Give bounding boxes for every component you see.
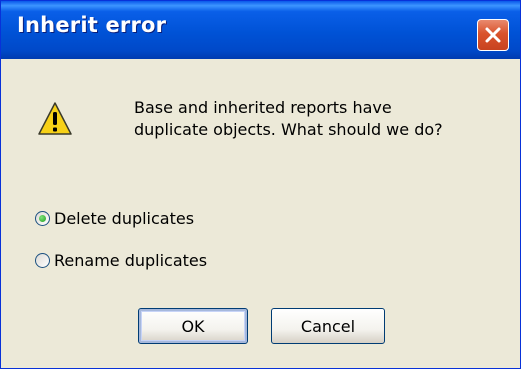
radio-rename-duplicates[interactable]: [35, 252, 50, 268]
option-label: Rename duplicates: [54, 250, 208, 270]
message-text: Base and inherited reports have duplicat…: [134, 97, 514, 141]
close-icon: [485, 27, 501, 43]
radio-delete-duplicates[interactable]: [35, 210, 50, 226]
cancel-button[interactable]: Cancel: [271, 308, 385, 344]
option-rename-duplicates[interactable]: Rename duplicates: [35, 249, 207, 271]
message-line-2: duplicate objects. What should we do?: [134, 120, 443, 139]
message-line-1: Base and inherited reports have: [134, 98, 392, 117]
ok-button[interactable]: OK: [138, 308, 248, 344]
dialog-title: Inherit error: [17, 13, 167, 37]
close-button[interactable]: [477, 19, 509, 51]
option-label: Delete duplicates: [54, 208, 195, 228]
dialog-window: Inherit error Base and inherited reports…: [0, 0, 521, 369]
title-bar[interactable]: Inherit error: [1, 1, 520, 59]
warning-icon: [38, 102, 72, 135]
option-delete-duplicates[interactable]: Delete duplicates: [35, 207, 194, 229]
